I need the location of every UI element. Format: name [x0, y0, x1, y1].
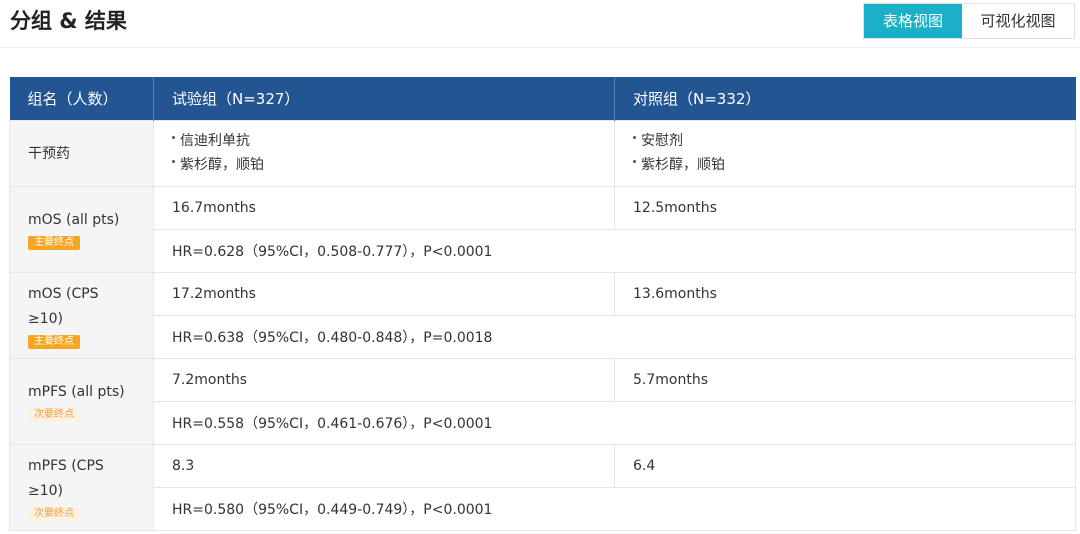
control-value: 12.5months	[614, 185, 1076, 230]
endpoint-badge: 次要终点	[28, 408, 80, 422]
bullet-icon	[172, 159, 175, 163]
visual-view-button[interactable]: 可视化视图	[962, 4, 1074, 38]
results-table: 组名（人数） 试验组（N=327） 对照组（N=332） 干预药 信迪利单抗 紫…	[9, 77, 1076, 531]
list-item: 安慰剂	[633, 129, 1075, 153]
column-header-control: 对照组（N=332）	[614, 77, 1076, 120]
endpoint-label: mPFS (all pts) 次要终点	[9, 357, 154, 445]
endpoint-badge: 次要终点	[28, 506, 80, 521]
table-row: HR=0.638（95%CI，0.480-0.848），P=0.0018	[10, 314, 1076, 359]
table-row: mPFS (all pts) 次要终点 7.2months 5.7months	[9, 357, 1076, 445]
control-drugs: 安慰剂 紫杉醇，顺铂	[614, 119, 1076, 187]
column-header-group: 组名（人数）	[9, 77, 154, 120]
drug-name: 安慰剂	[641, 133, 683, 149]
endpoint-name: mOS (all pts)	[28, 212, 120, 228]
endpoint-name: mPFS (all pts)	[28, 384, 125, 400]
endpoint-badge: 主要终点	[28, 334, 80, 349]
table-row: HR=0.580（95%CI，0.449-0.749），P<0.0001	[10, 486, 1076, 531]
experimental-value: 16.7months	[153, 185, 615, 230]
hazard-ratio: HR=0.628（95%CI，0.508-0.777），P<0.0001	[153, 228, 1076, 273]
endpoint-name-cont: ≥10)	[28, 482, 64, 499]
table-row: mOS (all pts) 主要终点 16.7months 12.5months	[9, 185, 1076, 273]
control-value: 6.4	[614, 443, 1076, 488]
list-item: 信迪利单抗	[172, 129, 614, 153]
experimental-value: 7.2months	[153, 357, 615, 402]
endpoint-badge: 主要终点	[28, 236, 80, 250]
endpoint-label: mOS (CPS ≥10) 主要终点	[9, 271, 154, 359]
control-value: 13.6months	[614, 271, 1076, 316]
experimental-drugs: 信迪利单抗 紫杉醇，顺铂	[153, 119, 615, 187]
list-item: 紫杉醇，顺铂	[172, 153, 614, 177]
table-row: mOS (CPS ≥10) 主要终点 17.2months 13.6months	[9, 271, 1076, 359]
table-row: HR=0.558（95%CI，0.461-0.676），P<0.0001	[10, 400, 1076, 445]
drug-name: 信迪利单抗	[180, 133, 250, 149]
experimental-value: 8.3	[153, 443, 615, 488]
endpoint-label: mOS (all pts) 主要终点	[9, 185, 154, 273]
drug-name: 紫杉醇，顺铂	[180, 157, 264, 173]
hazard-ratio: HR=0.638（95%CI，0.480-0.848），P=0.0018	[153, 314, 1076, 359]
control-value: 5.7months	[614, 357, 1076, 402]
page-header: 分组 & 结果 表格视图 可视化视图	[0, 0, 1080, 48]
bullet-icon	[633, 159, 636, 163]
table-row: HR=0.628（95%CI，0.508-0.777），P<0.0001	[10, 228, 1076, 273]
endpoint-label: mPFS (CPS ≥10) 次要终点	[9, 443, 154, 531]
drug-name: 紫杉醇，顺铂	[641, 157, 725, 173]
column-header-experimental: 试验组（N=327）	[153, 77, 615, 120]
page-title: 分组 & 结果	[10, 9, 127, 33]
intervention-row: 干预药 信迪利单抗 紫杉醇，顺铂 安慰剂 紫杉醇，顺铂	[9, 119, 1076, 187]
bullet-icon	[172, 135, 175, 139]
experimental-value: 17.2months	[153, 271, 615, 316]
endpoint-name: mPFS (CPS	[28, 457, 104, 474]
view-toggle: 表格视图 可视化视图	[863, 3, 1075, 39]
table-header-row: 组名（人数） 试验组（N=327） 对照组（N=332）	[9, 77, 1076, 120]
table-row: mPFS (CPS ≥10) 次要终点 8.3 6.4	[9, 443, 1076, 531]
intervention-label: 干预药	[9, 119, 154, 187]
list-item: 紫杉醇，顺铂	[633, 153, 1075, 177]
table-view-button[interactable]: 表格视图	[864, 4, 962, 38]
bullet-icon	[633, 135, 636, 139]
endpoint-name: mOS (CPS	[28, 285, 99, 302]
hazard-ratio: HR=0.558（95%CI，0.461-0.676），P<0.0001	[153, 400, 1076, 445]
hazard-ratio: HR=0.580（95%CI，0.449-0.749），P<0.0001	[153, 486, 1076, 531]
endpoint-name-cont: ≥10)	[28, 310, 64, 327]
